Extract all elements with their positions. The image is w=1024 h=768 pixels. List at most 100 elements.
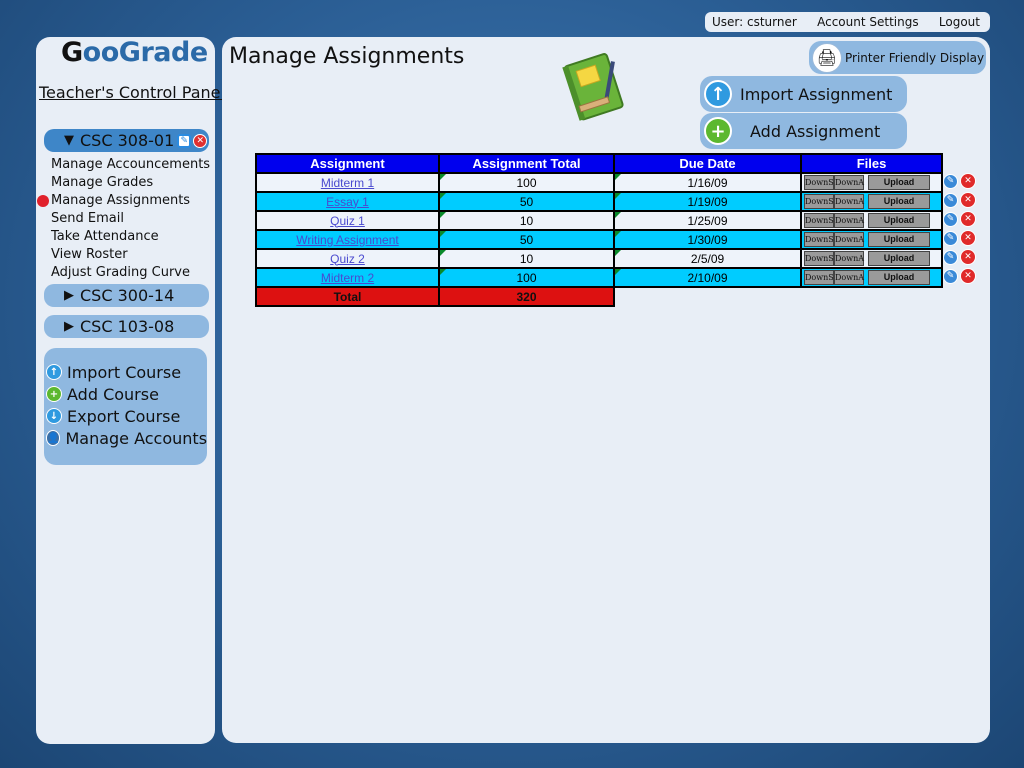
delete-row-icon[interactable]: ✕ (960, 192, 976, 208)
subnav-send-email[interactable]: Send Email (51, 210, 210, 228)
files-cell: DownSDownA Upload (800, 210, 943, 231)
import-icon: ↑ (46, 364, 62, 380)
delete-course-icon[interactable]: ✕ (193, 133, 208, 148)
download-s-button[interactable]: DownS (804, 213, 834, 229)
assignment-total[interactable]: 10 (438, 210, 615, 231)
subnav-manage-announcements[interactable]: Manage Accouncements (51, 156, 210, 174)
table-row: Quiz 2 10 2/5/09 DownSDownA Upload (255, 248, 943, 269)
upload-button[interactable]: Upload (868, 270, 930, 286)
files-cell: DownSDownA Upload (800, 191, 943, 212)
edit-row-icon[interactable]: ✎ (943, 211, 958, 227)
assignment-total[interactable]: 50 (438, 229, 615, 250)
edit-row-icon[interactable]: ✎ (943, 173, 958, 189)
delete-row-icon[interactable]: ✕ (960, 268, 976, 284)
upload-button[interactable]: Upload (868, 194, 930, 210)
assignment-link[interactable]: Midterm 2 (321, 271, 374, 285)
download-a-button[interactable]: DownA (834, 175, 864, 191)
export-icon: ↓ (46, 408, 62, 424)
course-csc-103-08[interactable]: ▶ CSC 103-08 (44, 315, 209, 338)
download-s-button[interactable]: DownS (804, 194, 834, 210)
header-assignment-total: Assignment Total (438, 153, 615, 174)
control-panel-title: Teacher's Control Panel (39, 83, 225, 102)
table-row: Midterm 2 100 2/10/09 DownSDownA Upload (255, 267, 943, 288)
edit-course-icon[interactable]: ✎ (177, 133, 192, 148)
logout-link[interactable]: Logout (939, 15, 980, 29)
page-title: Manage Assignments (229, 44, 465, 69)
expanded-triangle-icon: ▼ (64, 133, 74, 148)
files-cell: DownSDownA Upload (800, 248, 943, 269)
subnav-manage-assignments[interactable]: Manage Assignments (36, 192, 210, 210)
download-a-button[interactable]: DownA (834, 270, 864, 286)
due-date[interactable]: 2/10/09 (613, 267, 802, 288)
download-s-button[interactable]: DownS (804, 175, 834, 191)
collapsed-triangle-icon: ▶ (64, 319, 74, 334)
assignment-link[interactable]: Midterm 1 (321, 176, 374, 190)
assignment-total[interactable]: 50 (438, 191, 615, 212)
subnav-manage-grades[interactable]: Manage Grades (51, 174, 210, 192)
total-value: 320 (438, 286, 615, 307)
user-label: User: csturner (712, 15, 797, 29)
download-s-button[interactable]: DownS (804, 232, 834, 248)
edit-row-icon[interactable]: ✎ (943, 192, 958, 208)
assignment-link[interactable]: Writing Assignment (296, 233, 399, 247)
add-icon: + (46, 386, 62, 402)
upload-button[interactable]: Upload (868, 175, 930, 191)
import-course-button[interactable]: ↑ Import Course (44, 361, 207, 383)
files-cell: DownSDownA Upload (800, 229, 943, 250)
course-label: CSC 300-14 (80, 286, 175, 305)
download-a-button[interactable]: DownA (834, 213, 864, 229)
import-assignment-button[interactable]: ↑ Import Assignment (700, 76, 907, 112)
edit-row-icon[interactable]: ✎ (943, 249, 958, 265)
delete-row-icon[interactable]: ✕ (960, 230, 976, 246)
table-row: Essay 1 50 1/19/09 DownSDownA Upload (255, 191, 943, 212)
course-csc-300-14[interactable]: ▶ CSC 300-14 (44, 284, 209, 307)
due-date[interactable]: 1/19/09 (613, 191, 802, 212)
collapsed-triangle-icon: ▶ (64, 288, 74, 303)
export-course-button[interactable]: ↓ Export Course (44, 405, 207, 427)
due-date[interactable]: 1/30/09 (613, 229, 802, 250)
delete-row-icon[interactable]: ✕ (960, 211, 976, 227)
assignment-link[interactable]: Essay 1 (326, 195, 369, 209)
assignment-total[interactable]: 10 (438, 248, 615, 269)
assignment-total[interactable]: 100 (438, 172, 615, 193)
due-date[interactable]: 1/25/09 (613, 210, 802, 231)
header-due-date: Due Date (613, 153, 802, 174)
course-csc-308-01[interactable]: ▼ CSC 308-01 ✎ ✕ (44, 129, 209, 152)
edit-row-icon[interactable]: ✎ (943, 268, 958, 284)
row-actions: ✎ ✕ (943, 211, 976, 227)
subnav-view-roster[interactable]: View Roster (51, 246, 210, 264)
download-a-button[interactable]: DownA (834, 232, 864, 248)
printer-friendly-button[interactable]: 🖨 Printer Friendly Display (809, 41, 986, 74)
download-s-button[interactable]: DownS (804, 251, 834, 267)
subnav-adjust-grading-curve[interactable]: Adjust Grading Curve (51, 264, 210, 282)
upload-button[interactable]: Upload (868, 251, 930, 267)
due-date[interactable]: 2/5/09 (613, 248, 802, 269)
course-actions: ↑ Import Course + Add Course ↓ Export Co… (44, 348, 207, 465)
import-icon: ↑ (704, 80, 732, 108)
course-subnav: Manage Accouncements Manage Grades Manag… (36, 156, 210, 282)
account-settings-link[interactable]: Account Settings (817, 15, 918, 29)
header-assignment: Assignment (255, 153, 440, 174)
assignment-total[interactable]: 100 (438, 267, 615, 288)
row-actions: ✎ ✕ (943, 249, 976, 265)
download-a-button[interactable]: DownA (834, 251, 864, 267)
download-s-button[interactable]: DownS (804, 270, 834, 286)
subnav-take-attendance[interactable]: Take Attendance (51, 228, 210, 246)
add-course-button[interactable]: + Add Course (44, 383, 207, 405)
delete-row-icon[interactable]: ✕ (960, 173, 976, 189)
due-date[interactable]: 1/16/09 (613, 172, 802, 193)
user-bar: User: csturner Account Settings Logout (705, 12, 990, 32)
table-row: Quiz 1 10 1/25/09 DownSDownA Upload (255, 210, 943, 231)
notebook-icon (562, 53, 624, 121)
row-actions: ✎ ✕ (943, 173, 976, 189)
upload-button[interactable]: Upload (868, 232, 930, 248)
download-a-button[interactable]: DownA (834, 194, 864, 210)
files-cell: DownSDownA Upload (800, 172, 943, 193)
edit-row-icon[interactable]: ✎ (943, 230, 958, 246)
manage-accounts-button[interactable]: 👤 Manage Accounts (44, 427, 207, 449)
upload-button[interactable]: Upload (868, 213, 930, 229)
assignment-link[interactable]: Quiz 2 (330, 252, 365, 266)
add-assignment-button[interactable]: + Add Assignment (700, 113, 907, 149)
delete-row-icon[interactable]: ✕ (960, 249, 976, 265)
assignment-link[interactable]: Quiz 1 (330, 214, 365, 228)
